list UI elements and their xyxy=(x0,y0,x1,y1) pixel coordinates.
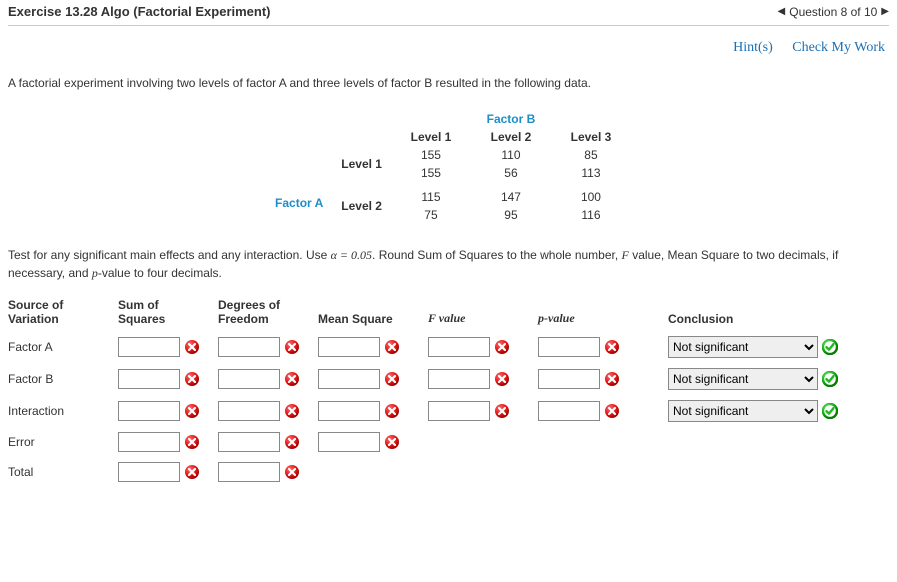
conclusion-select[interactable]: Not significant xyxy=(668,368,818,390)
factor-a-label: Factor A xyxy=(271,194,327,212)
incorrect-icon xyxy=(184,403,200,419)
incorrect-icon xyxy=(494,371,510,387)
p-input[interactable] xyxy=(538,401,600,421)
row-label: Factor A xyxy=(8,340,118,354)
incorrect-icon xyxy=(184,464,200,480)
conclusion-select[interactable]: Not significant xyxy=(668,336,818,358)
ms-input[interactable] xyxy=(318,337,380,357)
ss-input[interactable] xyxy=(118,337,180,357)
col-header: Level 2 xyxy=(476,128,546,146)
df-input[interactable] xyxy=(218,462,280,482)
ms-input[interactable] xyxy=(318,432,380,452)
ms-input[interactable] xyxy=(318,401,380,421)
exercise-title: Exercise 13.28 Algo (Factorial Experimen… xyxy=(8,4,271,19)
th-df: Degrees ofFreedom xyxy=(218,298,318,326)
correct-icon xyxy=(822,371,838,387)
ss-input[interactable] xyxy=(118,462,180,482)
hints-link[interactable]: Hint(s) xyxy=(733,40,773,55)
data-cell: 147 xyxy=(476,188,546,206)
correct-icon xyxy=(822,403,838,419)
incorrect-icon xyxy=(494,339,510,355)
p-input[interactable] xyxy=(538,369,600,389)
ss-input[interactable] xyxy=(118,401,180,421)
data-cell: 116 xyxy=(556,206,626,224)
f-input[interactable] xyxy=(428,369,490,389)
data-cell: 110 xyxy=(476,146,546,164)
incorrect-icon xyxy=(284,339,300,355)
th-source: Source ofVariation xyxy=(8,298,118,326)
data-cell: 85 xyxy=(556,146,626,164)
action-links: Hint(s) Check My Work xyxy=(8,26,889,66)
row-label: Error xyxy=(8,435,118,449)
incorrect-icon xyxy=(604,403,620,419)
row-label: Factor B xyxy=(8,372,118,386)
anova-table: Source ofVariation Sum ofSquares Degrees… xyxy=(8,298,889,482)
incorrect-icon xyxy=(384,371,400,387)
incorrect-icon xyxy=(604,371,620,387)
p-input[interactable] xyxy=(538,337,600,357)
anova-row: Factor B Not significant xyxy=(8,368,889,390)
ms-input[interactable] xyxy=(318,369,380,389)
th-ss: Sum ofSquares xyxy=(118,298,218,326)
anova-row: Error xyxy=(8,432,889,452)
nav-next-icon[interactable]: ▶ xyxy=(881,6,889,17)
ss-input[interactable] xyxy=(118,369,180,389)
data-cell: 155 xyxy=(396,146,466,164)
incorrect-icon xyxy=(284,403,300,419)
df-input[interactable] xyxy=(218,401,280,421)
header-bar: Exercise 13.28 Algo (Factorial Experimen… xyxy=(8,0,889,26)
nav-position: Question 8 of 10 xyxy=(789,5,877,19)
data-cell: 115 xyxy=(396,188,466,206)
incorrect-icon xyxy=(284,371,300,387)
incorrect-icon xyxy=(604,339,620,355)
df-input[interactable] xyxy=(218,369,280,389)
incorrect-icon xyxy=(384,403,400,419)
ss-input[interactable] xyxy=(118,432,180,452)
row-label: Interaction xyxy=(8,404,118,418)
row-label: Total xyxy=(8,465,118,479)
incorrect-icon xyxy=(384,339,400,355)
incorrect-icon xyxy=(494,403,510,419)
alpha-value: α = 0.05 xyxy=(331,248,372,262)
row-header: Level 2 xyxy=(337,197,386,215)
anova-row: Factor A Not significant xyxy=(8,336,889,358)
intro-text: A factorial experiment involving two lev… xyxy=(8,66,889,100)
col-header: Level 3 xyxy=(556,128,626,146)
instruction-text: Test for any significant main effects an… xyxy=(8,240,889,298)
f-input[interactable] xyxy=(428,337,490,357)
factor-b-label: Factor B xyxy=(396,110,626,128)
question-nav: ◀ Question 8 of 10 ▶ xyxy=(778,5,889,19)
incorrect-icon xyxy=(284,464,300,480)
incorrect-icon xyxy=(184,339,200,355)
incorrect-icon xyxy=(384,434,400,450)
check-work-link[interactable]: Check My Work xyxy=(792,40,885,55)
th-conclusion: Conclusion xyxy=(668,312,868,326)
row-header: Level 1 xyxy=(337,155,386,173)
data-cell: 75 xyxy=(396,206,466,224)
correct-icon xyxy=(822,339,838,355)
th-ms: Mean Square xyxy=(318,312,428,326)
th-p: p-value xyxy=(538,311,668,326)
data-table: Factor B Level 1 Level 2 Level 3 Level 1… xyxy=(8,110,889,224)
incorrect-icon xyxy=(284,434,300,450)
anova-row: Interaction Not significant xyxy=(8,400,889,422)
conclusion-select[interactable]: Not significant xyxy=(668,400,818,422)
incorrect-icon xyxy=(184,371,200,387)
data-cell: 155 xyxy=(396,164,466,182)
anova-row: Total xyxy=(8,462,889,482)
nav-prev-icon[interactable]: ◀ xyxy=(778,6,786,17)
data-cell: 95 xyxy=(476,206,546,224)
df-input[interactable] xyxy=(218,337,280,357)
th-f: F value xyxy=(428,311,538,326)
incorrect-icon xyxy=(184,434,200,450)
data-cell: 100 xyxy=(556,188,626,206)
data-cell: 56 xyxy=(476,164,546,182)
df-input[interactable] xyxy=(218,432,280,452)
f-input[interactable] xyxy=(428,401,490,421)
col-header: Level 1 xyxy=(396,128,466,146)
data-cell: 113 xyxy=(556,164,626,182)
